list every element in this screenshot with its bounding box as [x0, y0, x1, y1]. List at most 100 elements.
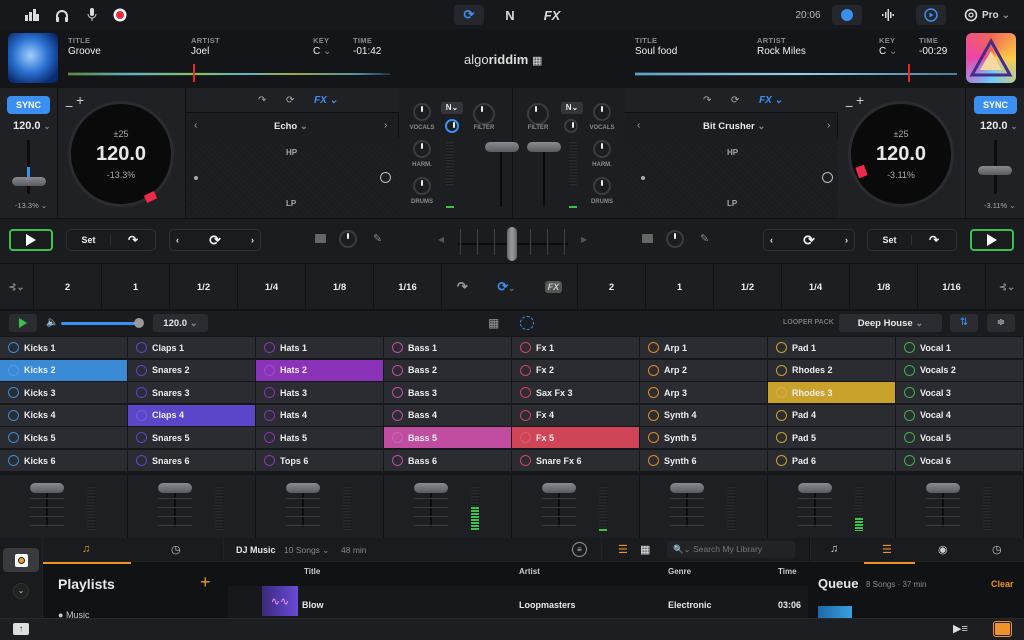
crossfader-left-arrow[interactable]: ◀ — [438, 235, 444, 244]
waveform-left[interactable] — [68, 72, 390, 76]
upload-icon[interactable]: ↑ — [13, 623, 29, 635]
filter-knob-left[interactable] — [473, 103, 495, 125]
sample-pad[interactable]: Fx 5 — [512, 427, 640, 450]
sample-pad[interactable]: Vocals 2 — [896, 359, 1024, 382]
sample-pad[interactable]: Bass 4 — [384, 404, 512, 427]
sample-pad[interactable]: Snares 5 — [128, 427, 256, 450]
automix-tab[interactable]: ◉ — [938, 543, 948, 556]
channel-volume-fader[interactable] — [30, 483, 64, 493]
drums-knob-left[interactable] — [413, 177, 431, 195]
sample-pad[interactable]: Bass 1 — [384, 337, 512, 359]
jog-wheel-left[interactable]: ±25 120.0 -13.3% — [68, 101, 174, 207]
playlists-tab[interactable]: ♫ — [82, 543, 90, 555]
sample-pad[interactable]: Fx 2 — [512, 359, 640, 382]
channel-volume-fader[interactable] — [158, 483, 192, 493]
fx-tab-left[interactable]: FX ⌄ — [314, 95, 338, 106]
history-tab[interactable]: ◷ — [171, 543, 181, 556]
sample-pad[interactable]: Vocal 1 — [896, 337, 1024, 359]
fx-target-icon-left[interactable] — [380, 172, 391, 183]
sample-pad[interactable]: Hats 2 — [256, 359, 384, 382]
sample-pad[interactable]: Kicks 2 — [0, 359, 128, 382]
gain-knob-left[interactable] — [445, 119, 459, 133]
sample-pad[interactable]: Vocal 6 — [896, 450, 1024, 472]
looper-volume-slider[interactable] — [61, 322, 139, 325]
set-cue-button-left[interactable]: Set — [67, 235, 112, 245]
cue-jump-icon[interactable]: ↷ — [258, 95, 266, 106]
link-icon[interactable] — [832, 5, 862, 25]
loop-prev-button-left[interactable]: ‹ — [176, 235, 179, 245]
sample-pad[interactable]: Synth 4 — [640, 404, 768, 427]
column-header-genre[interactable]: Genre — [668, 567, 691, 576]
sample-pad[interactable]: Vocal 5 — [896, 427, 1024, 450]
fx-select-right[interactable]: Bit Crusher ⌄ — [703, 121, 765, 132]
loop-toggle-left[interactable]: ⟳ — [209, 232, 221, 249]
neural-mode-select-right[interactable]: N⌄ — [561, 102, 583, 114]
loop-toggle-right[interactable]: ⟳ — [803, 232, 815, 249]
sample-pad[interactable]: Rhodes 3 — [768, 382, 896, 405]
cue-jump-icon[interactable]: ↷ — [703, 95, 711, 106]
filter-knob-right[interactable] — [527, 103, 549, 125]
looper-volume-handle[interactable] — [134, 318, 144, 328]
library-search-input[interactable]: 🔍⌄ Search My Library — [667, 541, 795, 558]
vocals-knob-left[interactable] — [413, 103, 431, 121]
pitch-minus-button-right[interactable]: − — [845, 98, 853, 114]
queue-clear-button[interactable]: Clear — [991, 579, 1014, 589]
column-header-title[interactable]: Title — [304, 567, 320, 576]
cue-jump-icon[interactable]: ↷ — [457, 279, 468, 295]
loop-next-button-left[interactable]: › — [251, 235, 254, 245]
sample-pad[interactable]: Kicks 4 — [0, 404, 128, 427]
sample-pad[interactable]: Kicks 3 — [0, 382, 128, 405]
sample-pad[interactable]: Kicks 1 — [0, 337, 128, 359]
looper-collapse-button[interactable]: ≑ — [987, 314, 1015, 332]
jog-wheel-right[interactable]: ±25 120.0 -3.11% — [848, 101, 954, 207]
split-mode-left[interactable]: ⊰⌄ — [0, 264, 34, 310]
beat-jump-right-4[interactable]: 1/8 — [850, 264, 918, 310]
harmonic-knob-right[interactable] — [593, 140, 611, 158]
sync-button-left[interactable]: SYNC — [7, 96, 50, 114]
pitch-slider-handle-left[interactable] — [12, 177, 46, 186]
sample-pad[interactable]: Hats 4 — [256, 404, 384, 427]
pitch-minus-button-left[interactable]: − — [65, 98, 73, 114]
sample-pad[interactable]: Snares 6 — [128, 450, 256, 472]
eyedropper-icon[interactable]: ✎ — [700, 232, 709, 245]
cue-jump-button-left[interactable]: ↷ — [111, 233, 155, 247]
beat-jump-left-1[interactable]: 1 — [102, 264, 170, 310]
channel-volume-fader[interactable] — [542, 483, 576, 493]
keyboard-icon[interactable] — [315, 234, 326, 243]
loop-prev-button-right[interactable]: ‹ — [770, 235, 773, 245]
microphone-icon[interactable] — [84, 5, 100, 25]
channel-fader-right[interactable] — [527, 142, 561, 152]
beat-jump-left-5[interactable]: 1/16 — [374, 264, 442, 310]
beat-jump-left-2[interactable]: 1/2 — [170, 264, 238, 310]
waveform-icon[interactable] — [878, 5, 898, 25]
harmonic-knob-left[interactable] — [413, 140, 431, 158]
bpm-select-right[interactable]: 120.0 ⌄ — [980, 120, 1017, 132]
sample-pad[interactable]: Arp 2 — [640, 359, 768, 382]
pitch-value-right[interactable]: -3.11% ⌄ — [984, 201, 1016, 210]
bpm-select-left[interactable]: 120.0 ⌄ — [13, 120, 50, 132]
record-icon[interactable] — [112, 5, 128, 25]
sample-pad[interactable]: Snare Fx 6 — [512, 450, 640, 472]
sample-pad[interactable]: Vocal 4 — [896, 404, 1024, 427]
sample-pad[interactable]: Synth 5 — [640, 427, 768, 450]
drums-knob-right[interactable] — [593, 177, 611, 195]
sample-pad[interactable]: Kicks 6 — [0, 450, 128, 472]
crossfader-right-arrow[interactable]: ▶ — [581, 235, 587, 244]
beat-jump-left-4[interactable]: 1/8 — [306, 264, 374, 310]
fx-icon[interactable]: FX — [540, 5, 564, 25]
sample-pad[interactable]: Bass 6 — [384, 450, 512, 472]
looper-play-button[interactable] — [9, 314, 37, 332]
beat-jump-left-0[interactable]: 2 — [34, 264, 102, 310]
sync-button-right[interactable]: SYNC — [974, 96, 1017, 114]
library-source-button[interactable] — [3, 548, 39, 572]
looper-bpm-select[interactable]: 120.0 ⌄ — [153, 314, 208, 332]
sample-pad[interactable]: Arp 1 — [640, 337, 768, 359]
sample-pad[interactable]: Pad 5 — [768, 427, 896, 450]
expand-sources-button[interactable]: ⌄ — [13, 583, 29, 599]
list-view-button[interactable]: ☰ — [618, 543, 628, 556]
sample-pad[interactable]: Sax Fx 3 — [512, 382, 640, 405]
sample-pad[interactable]: Synth 6 — [640, 450, 768, 472]
beat-jump-left-3[interactable]: 1/4 — [238, 264, 306, 310]
pro-menu[interactable]: Pro ⌄ — [962, 5, 1012, 25]
grid-view-icon[interactable]: ▦ — [488, 316, 499, 330]
